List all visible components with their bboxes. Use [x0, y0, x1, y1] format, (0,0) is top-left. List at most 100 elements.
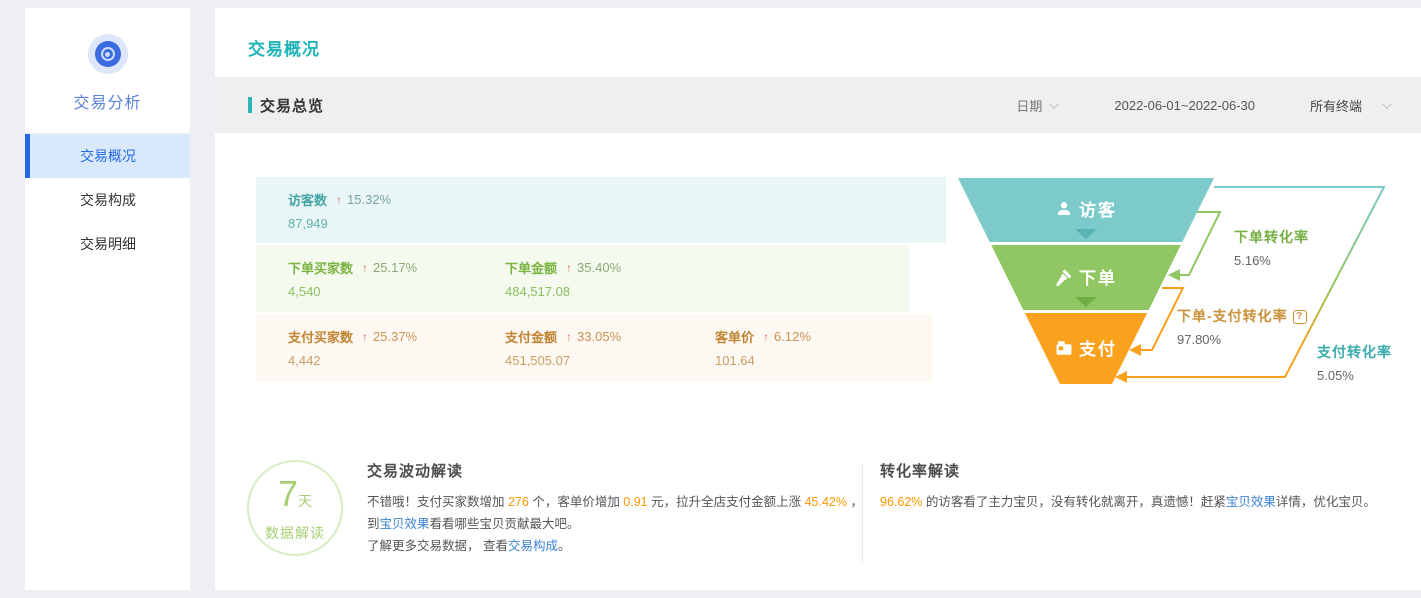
text: 。 [558, 539, 571, 553]
metric-value: 451,505.07 [505, 353, 621, 368]
up-arrow-icon: ↑ [566, 261, 572, 275]
terminal-select[interactable]: 所有终端 [1310, 96, 1362, 115]
metric-row-orders: 下单买家数 ↑ 25.17% 4,540 下单金额 ↑ 35.40% 484,5… [256, 245, 909, 312]
funnel-label-visitors: 访客 [1055, 196, 1117, 221]
rate-label: 支付转化率 [1317, 342, 1392, 362]
insight-text: 了解更多交易数据， 查看交易构成。 [367, 535, 863, 557]
metric-label: 下单买家数 [288, 258, 353, 277]
up-arrow-icon: ↑ [336, 193, 342, 207]
text: 不错哦！支付买家数增加 [367, 495, 508, 509]
metric-label: 客单价 [715, 327, 754, 346]
insight-title: 交易波动解读 [367, 460, 863, 481]
toolbar-filters: 日期 2022-06-01~2022-06-30 所有终端 [1016, 96, 1421, 115]
arrow-left-icon [1168, 269, 1180, 281]
text: 了解更多交易数据， 查看 [367, 539, 508, 553]
help-icon[interactable]: ? [1293, 310, 1307, 324]
overview-toolbar: 交易总览 日期 2022-06-01~2022-06-30 所有终端 [215, 77, 1421, 133]
funnel-label-payments: 支付 [1055, 335, 1117, 360]
funnel-label-orders: 下单 [1055, 264, 1117, 289]
conversion-insight: 转化率解读 96.62% 的访客看了主力宝贝，没有转化就离开，真遗憾！赶紧宝贝效… [880, 460, 1388, 513]
section-title-bar [248, 97, 252, 113]
page: 交易分析 交易概况 交易构成 交易明细 交易概况 交易总览 日期 [0, 0, 1421, 598]
vertical-divider [862, 464, 863, 562]
metric-row-visitors: 访客数 ↑ 15.32% 87,949 [256, 177, 946, 243]
wallet-icon [1055, 339, 1073, 357]
rate-label: 下单-支付转化率 [1177, 308, 1288, 324]
metric-order-buyers: 下单买家数 ↑ 25.17% 4,540 [288, 258, 417, 299]
page-title: 交易概况 [248, 35, 320, 60]
funnel-stage-text: 下单 [1079, 264, 1117, 289]
rate-value: 5.16% [1234, 253, 1309, 268]
sidebar-item-label: 交易构成 [80, 192, 136, 208]
user-icon [1055, 200, 1073, 218]
funnel-stage-text: 支付 [1079, 335, 1117, 360]
metric-row-payments: 支付买家数 ↑ 25.37% 4,442 支付金额 ↑ 33.05% 451,5… [256, 314, 932, 382]
insight-text: 不错哦！支付买家数增加 276 个，客单价增加 0.91 元，拉升全店支付金额上… [367, 491, 863, 535]
up-arrow-icon: ↑ [362, 330, 368, 344]
metric-change: 25.37% [373, 329, 417, 344]
metric-change: 25.17% [373, 260, 417, 275]
metric-value: 4,442 [288, 353, 417, 368]
metric-label: 支付金额 [505, 327, 557, 346]
app-title: 交易分析 [25, 89, 190, 113]
metric-change: 6.12% [774, 329, 811, 344]
main-content: 交易概况 交易总览 日期 2022-06-01~2022-06-30 所有终端 [215, 8, 1421, 590]
metric-order-amount: 下单金额 ↑ 35.40% 484,517.08 [505, 258, 621, 299]
payment-conversion-rate: 支付转化率 5.05% [1317, 342, 1392, 383]
insight-text: 96.62% 的访客看了主力宝贝，没有转化就离开，真遗憾！赶紧宝贝效果详情，优化… [880, 491, 1388, 513]
metric-change: 35.40% [577, 260, 621, 275]
order-pay-conversion-rate: 下单-支付转化率? 97.80% [1177, 306, 1307, 347]
text: 的访客看了主力宝贝，没有转化就离开，真遗憾！赶紧 [922, 495, 1225, 509]
highlight-number: 96.62% [880, 495, 922, 509]
section-title: 交易总览 [248, 95, 324, 116]
sidebar: 交易分析 交易概况 交易构成 交易明细 [25, 8, 190, 590]
metric-label: 访客数 [288, 190, 327, 209]
badge-unit: 天 [298, 493, 312, 509]
composition-link[interactable]: 交易构成 [508, 539, 558, 553]
text: 个，客单价增加 [529, 495, 623, 509]
rate-label: 下单转化率 [1234, 227, 1309, 247]
section-title-text: 交易总览 [260, 95, 324, 116]
highlight-number: 0.91 [623, 495, 647, 509]
badge-caption: 数据解读 [249, 523, 341, 543]
seven-day-badge: 7天 数据解读 [247, 460, 343, 556]
highlight-number: 276 [508, 495, 529, 509]
metric-pay-amount: 支付金额 ↑ 33.05% 451,505.07 [505, 327, 621, 368]
rate-value: 5.05% [1317, 368, 1392, 383]
sidebar-menu: 交易概况 交易构成 交易明细 [25, 133, 190, 266]
up-arrow-icon: ↑ [566, 330, 572, 344]
metric-change: 33.05% [577, 329, 621, 344]
text: 看看哪些宝贝贡献最大吧。 [430, 517, 580, 531]
metric-avg-order-value: 客单价 ↑ 6.12% 101.64 [715, 327, 811, 368]
rate-value: 97.80% [1177, 332, 1307, 347]
metric-change: 15.32% [347, 192, 391, 207]
date-type-label: 日期 [1016, 96, 1042, 115]
sidebar-item-composition[interactable]: 交易构成 [25, 178, 190, 222]
metric-value: 87,949 [288, 216, 391, 231]
funnel-stage-text: 访客 [1079, 196, 1117, 221]
metric-label: 下单金额 [505, 258, 557, 277]
insight-title: 转化率解读 [880, 460, 1388, 481]
chevron-down-icon[interactable] [1382, 99, 1392, 109]
metric-value: 484,517.08 [505, 284, 621, 299]
item-effect-link[interactable]: 宝贝效果 [1226, 495, 1276, 509]
fluctuation-insight: 交易波动解读 不错哦！支付买家数增加 276 个，客单价增加 0.91 元，拉升… [367, 460, 863, 557]
sidebar-item-label: 交易明细 [80, 236, 136, 252]
date-range-picker[interactable]: 2022-06-01~2022-06-30 [1114, 98, 1255, 113]
sidebar-item-label: 交易概况 [80, 148, 136, 164]
chevron-down-icon [1049, 99, 1059, 109]
sidebar-item-overview[interactable]: 交易概况 [25, 134, 190, 178]
date-type-dropdown[interactable]: 日期 [1016, 96, 1056, 115]
order-conversion-rate: 下单转化率 5.16% [1234, 227, 1309, 268]
text: 详情，优化宝贝。 [1276, 495, 1376, 509]
text: 元，拉升全店支付金额上涨 [648, 495, 805, 509]
metric-visitors: 访客数 ↑ 15.32% 87,949 [288, 190, 391, 231]
sidebar-item-detail[interactable]: 交易明细 [25, 222, 190, 266]
item-effect-link[interactable]: 宝贝效果 [380, 517, 430, 531]
up-arrow-icon: ↑ [763, 330, 769, 344]
conversion-funnel: 访客 下单 支付 下单转化率 5.16% 下单-支付转化率? 97.80% [950, 165, 1421, 405]
metric-label: 支付买家数 [288, 327, 353, 346]
app-logo-icon [88, 34, 128, 74]
highlight-number: 45.42% [805, 495, 847, 509]
badge-number: 7 [278, 473, 298, 514]
